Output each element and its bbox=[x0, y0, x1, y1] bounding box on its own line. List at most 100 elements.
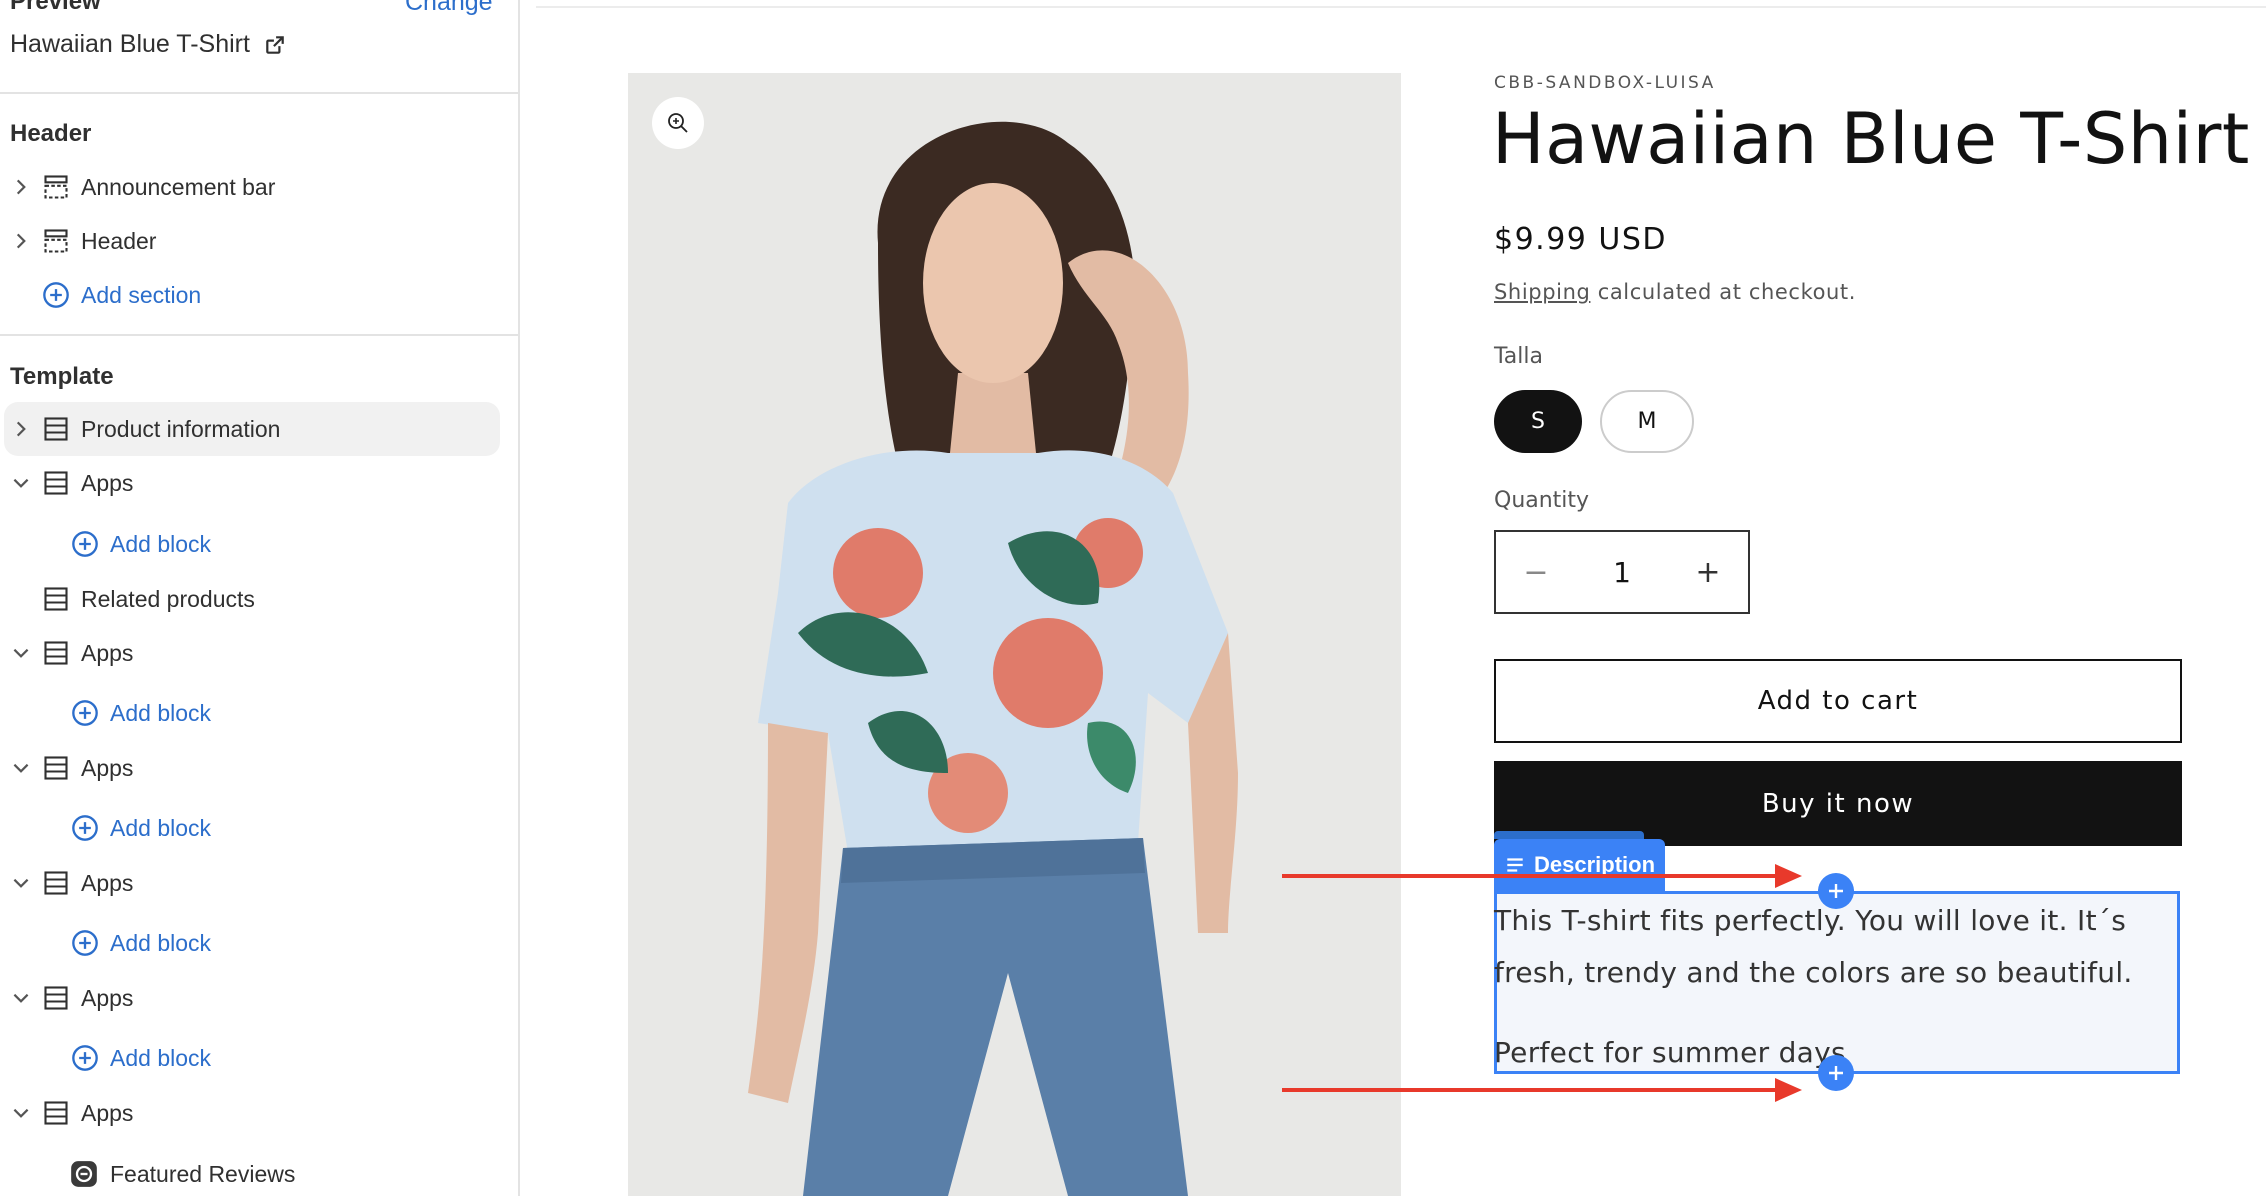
add-block-button[interactable]: Add block bbox=[0, 801, 500, 855]
product-title: Hawaiian Blue T-Shirt bbox=[1492, 98, 2250, 180]
preview-heading: Preview bbox=[10, 0, 101, 15]
section-icon bbox=[44, 871, 68, 895]
plus-circle-icon bbox=[43, 282, 69, 308]
preview-product-name: Hawaiian Blue T-Shirt bbox=[10, 30, 250, 58]
add-section-button[interactable]: Add section bbox=[0, 268, 500, 322]
plus-icon bbox=[1829, 884, 1843, 898]
theme-editor-sidebar: Preview Change Hawaiian Blue T-Shirt Hea… bbox=[0, 0, 520, 1196]
plus-circle-icon bbox=[72, 930, 98, 956]
sidebar-item-label: Featured Reviews bbox=[110, 1160, 296, 1187]
size-option-m[interactable]: M bbox=[1600, 390, 1694, 453]
sidebar-item-product-information[interactable]: Product information bbox=[4, 402, 500, 456]
section-icon bbox=[44, 417, 68, 441]
section-icon bbox=[44, 1101, 68, 1125]
add-block-label: Add block bbox=[110, 1044, 212, 1071]
sidebar-item-label: Header bbox=[81, 227, 157, 254]
quantity-decrease-button[interactable]: − bbox=[1496, 532, 1576, 612]
chevron-down-icon[interactable] bbox=[10, 642, 32, 664]
add-block-button[interactable]: Add block bbox=[0, 1031, 500, 1085]
sidebar-item-apps[interactable]: Apps bbox=[0, 456, 500, 510]
add-block-button[interactable]: Add block bbox=[0, 916, 500, 970]
product-photo bbox=[628, 73, 1401, 1196]
sidebar-item-label: Apps bbox=[81, 1099, 134, 1126]
chevron-right-icon[interactable] bbox=[10, 418, 32, 440]
size-option-label: Talla bbox=[1494, 344, 1543, 369]
insert-block-below-button[interactable] bbox=[1818, 1055, 1854, 1091]
change-preview-link[interactable]: Change bbox=[405, 0, 493, 17]
chevron-down-icon[interactable] bbox=[10, 1102, 32, 1124]
template-group-heading: Template bbox=[10, 363, 114, 390]
sidebar-divider bbox=[0, 334, 518, 336]
plus-circle-icon bbox=[72, 1045, 98, 1071]
description-tab-label: Description bbox=[1534, 852, 1656, 877]
chevron-down-icon[interactable] bbox=[10, 872, 32, 894]
section-icon bbox=[44, 471, 68, 495]
size-option-s[interactable]: S bbox=[1494, 390, 1582, 453]
quantity-input[interactable]: 1 bbox=[1576, 532, 1668, 612]
text-lines-icon bbox=[1507, 858, 1523, 872]
sidebar-item-label: Announcement bar bbox=[81, 173, 276, 200]
section-icon bbox=[44, 986, 68, 1010]
sidebar-item-label: Apps bbox=[81, 869, 134, 896]
block-tab-underlay bbox=[1494, 831, 1644, 839]
sidebar-item-apps[interactable]: Apps bbox=[0, 741, 500, 795]
sidebar-item-apps[interactable]: Apps bbox=[0, 856, 500, 910]
section-icon bbox=[44, 175, 68, 199]
sidebar-item-apps[interactable]: Apps bbox=[0, 1086, 500, 1140]
plus-circle-icon bbox=[72, 815, 98, 841]
plus-icon bbox=[1829, 1066, 1843, 1080]
product-price: $9.99 USD bbox=[1494, 222, 1668, 257]
add-block-label: Add block bbox=[110, 699, 212, 726]
quantity-increase-button[interactable]: + bbox=[1668, 532, 1748, 612]
product-description: This T-shirt fits perfectly. You will lo… bbox=[1494, 895, 2184, 1079]
add-section-label: Add section bbox=[81, 281, 202, 308]
zoom-in-icon bbox=[668, 113, 688, 133]
quantity-stepper: − 1 + bbox=[1494, 530, 1750, 614]
sidebar-item-apps[interactable]: Apps bbox=[0, 626, 500, 680]
sidebar-divider bbox=[0, 92, 518, 94]
plus-circle-icon bbox=[72, 531, 98, 557]
add-block-label: Add block bbox=[110, 814, 212, 841]
product-image[interactable] bbox=[628, 73, 1401, 1196]
zoom-button[interactable] bbox=[652, 97, 704, 149]
product-vendor: CBB-SANDBOX-LUISA bbox=[1494, 73, 1716, 93]
sidebar-item-related-products[interactable]: Related products bbox=[0, 572, 500, 626]
description-block-tab[interactable]: Description bbox=[1494, 839, 1665, 891]
chevron-down-icon[interactable] bbox=[10, 987, 32, 1009]
sidebar-item-label: Product information bbox=[81, 415, 281, 442]
sidebar-item-featured-reviews[interactable]: Featured Reviews bbox=[0, 1147, 500, 1196]
chevron-right-icon[interactable] bbox=[10, 230, 32, 252]
chevron-right-icon[interactable] bbox=[10, 176, 32, 198]
sidebar-item-label: Apps bbox=[81, 639, 134, 666]
sidebar-item-label: Related products bbox=[81, 585, 255, 612]
sidebar-item-announcement-bar[interactable]: Announcement bar bbox=[0, 160, 500, 214]
section-icon bbox=[44, 587, 68, 611]
plus-circle-icon bbox=[72, 700, 98, 726]
sidebar-item-label: Apps bbox=[81, 754, 134, 781]
chevron-down-icon[interactable] bbox=[10, 757, 32, 779]
external-link-icon[interactable] bbox=[264, 34, 286, 56]
add-block-button[interactable]: Add block bbox=[0, 686, 500, 740]
sidebar-item-header[interactable]: Header bbox=[0, 214, 500, 268]
sidebar-item-label: Apps bbox=[81, 469, 134, 496]
preview-product[interactable]: Hawaiian Blue T-Shirt bbox=[10, 30, 286, 59]
shipping-note-text: calculated at checkout. bbox=[1590, 280, 1857, 304]
reviews-app-icon bbox=[71, 1161, 97, 1187]
section-icon bbox=[44, 641, 68, 665]
sidebar-item-label: Apps bbox=[81, 984, 134, 1011]
preview-top-border bbox=[536, 6, 2266, 8]
section-icon bbox=[44, 229, 68, 253]
description-paragraph: This T-shirt fits perfectly. You will lo… bbox=[1494, 904, 2133, 989]
shipping-link[interactable]: Shipping bbox=[1494, 280, 1590, 304]
chevron-down-icon[interactable] bbox=[10, 472, 32, 494]
insert-block-above-button[interactable] bbox=[1818, 873, 1854, 909]
add-block-label: Add block bbox=[110, 530, 212, 557]
add-block-button[interactable]: Add block bbox=[0, 517, 500, 571]
section-icon bbox=[44, 756, 68, 780]
quantity-label: Quantity bbox=[1494, 488, 1590, 513]
sidebar-item-apps[interactable]: Apps bbox=[0, 971, 500, 1025]
add-block-label: Add block bbox=[110, 929, 212, 956]
shipping-note: Shipping calculated at checkout. bbox=[1494, 280, 1856, 304]
header-group-heading: Header bbox=[10, 120, 92, 147]
add-to-cart-button[interactable]: Add to cart bbox=[1494, 659, 2182, 743]
